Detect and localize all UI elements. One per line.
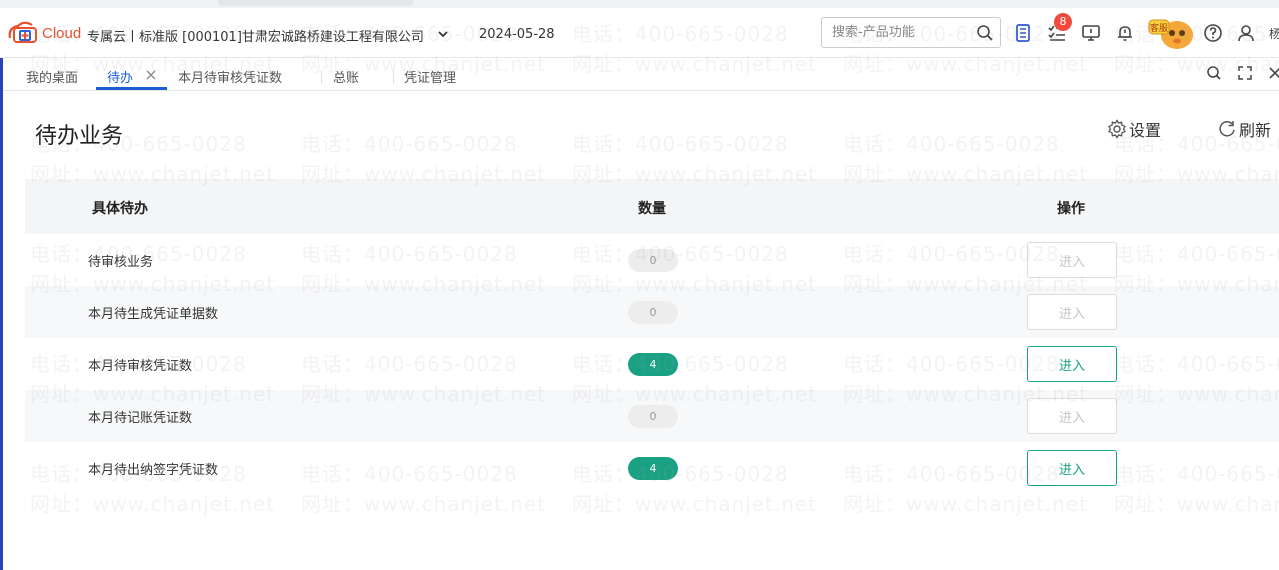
search-input[interactable]	[822, 18, 972, 47]
count-badge: 0	[628, 405, 678, 428]
logo-text: Cloud	[42, 24, 82, 42]
message-screen-icon[interactable]	[1081, 23, 1101, 43]
close-icon[interactable]	[146, 70, 156, 80]
column-header-item: 具体待办	[92, 201, 148, 217]
table-row: 本月待审核凭证数 4 进入	[25, 338, 1279, 390]
user-name[interactable]: 杨	[1269, 25, 1279, 42]
table-row: 本月待记账凭证数 0 进入	[25, 390, 1279, 442]
todo-name: 本月待出纳签字凭证数	[88, 463, 219, 478]
search-box[interactable]	[821, 17, 1001, 48]
search-icon[interactable]	[976, 24, 994, 42]
notification-badge: 8	[1054, 13, 1072, 31]
app-window: Cloud 专属云丨标准版 [000101]甘肃宏诚路桥建设工程有限公司 202…	[0, 0, 1279, 570]
todo-name: 本月待记账凭证数	[88, 411, 193, 426]
bell-icon[interactable]	[1115, 23, 1135, 43]
table-row: 本月待出纳签字凭证数 4 进入	[25, 442, 1279, 494]
refresh-button[interactable]: 刷新	[1217, 117, 1271, 141]
refresh-label: 刷新	[1239, 121, 1272, 140]
tab-desktop[interactable]: 我的桌面	[26, 67, 78, 86]
settings-label: 设置	[1129, 121, 1162, 140]
watermark-text: 电话：400-665-0028	[572, 132, 789, 156]
browser-tab[interactable]	[218, 0, 413, 6]
todo-name: 本月待生成凭证单据数	[88, 307, 219, 322]
enter-button[interactable]: 进入	[1027, 346, 1117, 382]
active-tab-indicator	[96, 87, 167, 90]
product-company-selector[interactable]: 专属云丨标准版 [000101]甘肃宏诚路桥建设工程有限公司	[87, 26, 424, 45]
tab-pending-review-vouchers[interactable]: 本月待审核凭证数	[178, 67, 282, 86]
tab-todo[interactable]: 待办	[107, 67, 133, 86]
refresh-icon	[1219, 121, 1235, 137]
enter-button[interactable]: 进入	[1027, 242, 1117, 278]
page-title: 待办业务	[35, 124, 124, 149]
todo-name: 本月待审核凭证数	[88, 359, 193, 374]
mascot-icon: 客服	[1148, 19, 1193, 49]
help-icon[interactable]	[1203, 23, 1223, 43]
customer-service-mascot[interactable]: 客服	[1145, 14, 1197, 52]
enter-button[interactable]: 进入	[1027, 294, 1117, 330]
search-icon[interactable]	[1206, 65, 1222, 81]
tab-divider	[321, 70, 322, 84]
todo-name: 待审核业务	[88, 255, 154, 270]
chevron-down-icon[interactable]	[437, 28, 449, 40]
top-header: Cloud 专属云丨标准版 [000101]甘肃宏诚路桥建设工程有限公司 202…	[0, 8, 1279, 58]
watermark-text: 电话：400-665-0028	[843, 132, 1060, 156]
watermark-text: 电话：400-665-0028	[301, 132, 518, 156]
tab-divider	[393, 70, 394, 84]
mascot-label: 客服	[1150, 22, 1168, 34]
count-badge: 0	[628, 301, 678, 324]
tab-bar: 我的桌面 待办 本月待审核凭证数 总账 凭证管理	[0, 58, 1279, 91]
user-icon[interactable]	[1236, 23, 1256, 43]
column-header-count: 数量	[638, 201, 666, 217]
table-header: 具体待办 数量 操作	[25, 179, 1279, 234]
table-row: 本月待生成凭证单据数 0 进入	[25, 286, 1279, 338]
enter-button[interactable]: 进入	[1027, 398, 1117, 434]
calculator-icon[interactable]	[1013, 23, 1033, 43]
left-edge-bar	[0, 58, 3, 570]
logo-mark-icon	[8, 21, 37, 43]
app-logo[interactable]: Cloud	[6, 20, 81, 46]
fullscreen-icon[interactable]	[1237, 65, 1253, 81]
column-header-action: 操作	[1057, 201, 1085, 217]
table-row: 待审核业务 0 进入	[25, 234, 1279, 286]
tab-general-ledger[interactable]: 总账	[333, 67, 359, 86]
enter-button[interactable]: 进入	[1027, 450, 1117, 486]
count-badge: 4	[628, 353, 678, 376]
settings-button[interactable]: 设置	[1107, 117, 1161, 141]
todo-table: 具体待办 数量 操作 待审核业务 0 进入 本月待生成凭证单据数 0 进入 本月…	[25, 179, 1279, 486]
accounting-date[interactable]: 2024-05-28	[479, 27, 555, 42]
count-badge: 0	[628, 249, 678, 272]
browser-strip	[0, 0, 1279, 8]
tab-voucher-management[interactable]: 凭证管理	[404, 67, 456, 86]
close-all-tabs-icon[interactable]	[1267, 65, 1279, 81]
count-badge: 4	[628, 457, 678, 480]
gear-icon	[1108, 119, 1126, 139]
